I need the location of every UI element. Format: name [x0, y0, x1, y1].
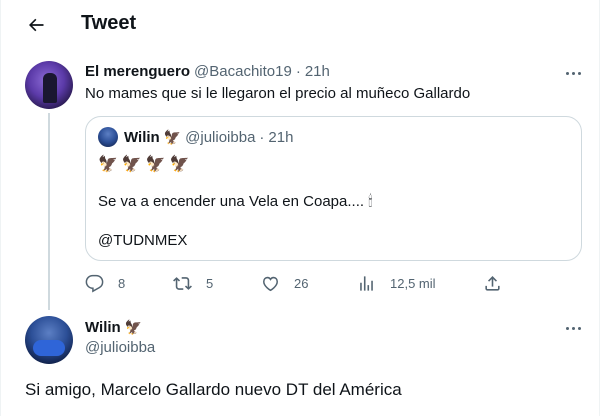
- back-arrow-icon: [29, 18, 44, 32]
- retweet-count: 5: [206, 275, 214, 291]
- avatar-figure: [43, 73, 57, 103]
- main-avatar[interactable]: [25, 316, 73, 364]
- display-name[interactable]: El merenguero: [85, 63, 190, 80]
- more-icon-dot: [571, 71, 575, 75]
- like-button[interactable]: 26: [261, 272, 308, 294]
- quoted-tweet-card[interactable]: Wilin 🦅 @julioibba · 21h 🦅🦅🦅🦅 Se va a en…: [85, 116, 582, 261]
- reply-count: 8: [118, 275, 126, 291]
- eagle-icon: 🦅: [124, 319, 143, 335]
- avatar[interactable]: [25, 61, 73, 109]
- quoted-text: Se va a encender una Vela en Coapa....: [98, 193, 365, 210]
- tweet-page: Tweet El merenguero @Bacachito19 · 21h N…: [0, 0, 600, 416]
- main-display-name[interactable]: Wilin: [85, 319, 121, 336]
- action-bar: 8 5 26 12,5 mil: [85, 272, 505, 296]
- separator: ·: [295, 63, 301, 80]
- like-count: 26: [294, 275, 309, 291]
- like-icon: [263, 276, 278, 291]
- reply-tweet-header: El merenguero @Bacachito19 · 21h: [85, 63, 330, 80]
- quoted-avatar: [98, 127, 118, 147]
- avatar-figure: [33, 340, 65, 356]
- quoted-tweet-header: Wilin 🦅 @julioibba · 21h: [98, 127, 293, 147]
- quoted-text-row: Se va a encender una Vela en Coapa.... 🕯: [98, 192, 372, 212]
- more-icon-dot: [577, 326, 581, 330]
- main-tweet-header: Wilin 🦅: [85, 319, 142, 336]
- main-more-button[interactable]: [561, 318, 585, 338]
- retweet-button[interactable]: 5: [173, 272, 213, 294]
- emoji-line: 🦅🦅🦅🦅: [98, 156, 194, 173]
- quoted-mention: @TUDNMEX: [98, 232, 188, 249]
- retweet-icon: [173, 276, 192, 290]
- candle-icon: 🕯: [368, 193, 373, 210]
- handle[interactable]: @Bacachito19: [194, 63, 292, 80]
- page-title: Tweet: [81, 12, 137, 34]
- tweet-text: No mames que si le llegaron el precio al…: [85, 85, 471, 102]
- quoted-handle: @julioibba: [185, 128, 256, 146]
- main-tweet-text: Si amigo, Marcelo Gallardo nuevo DT del …: [25, 380, 402, 399]
- header: Tweet: [1, 0, 600, 52]
- main-handle[interactable]: @julioibba: [85, 339, 155, 356]
- views-icon: [360, 275, 373, 291]
- quoted-timestamp: 21h: [268, 128, 294, 146]
- more-icon: [565, 326, 569, 330]
- reply-icon: [85, 274, 104, 292]
- thread-line: [48, 113, 50, 310]
- views-button[interactable]: 12,5 mil: [357, 272, 436, 294]
- back-button[interactable]: [21, 10, 51, 40]
- more-button[interactable]: [561, 63, 585, 83]
- share-button[interactable]: [483, 272, 502, 294]
- more-icon-dot: [571, 326, 575, 330]
- reply-button[interactable]: 8: [85, 272, 125, 294]
- separator: ·: [259, 128, 265, 146]
- more-icon-dot: [577, 71, 581, 75]
- quoted-display-name: Wilin: [124, 128, 160, 146]
- timestamp[interactable]: 21h: [305, 63, 330, 80]
- view-count: 12,5 mil: [390, 275, 436, 291]
- share-icon: [485, 275, 500, 291]
- more-icon: [565, 71, 569, 75]
- eagle-icon: 🦅: [163, 128, 182, 145]
